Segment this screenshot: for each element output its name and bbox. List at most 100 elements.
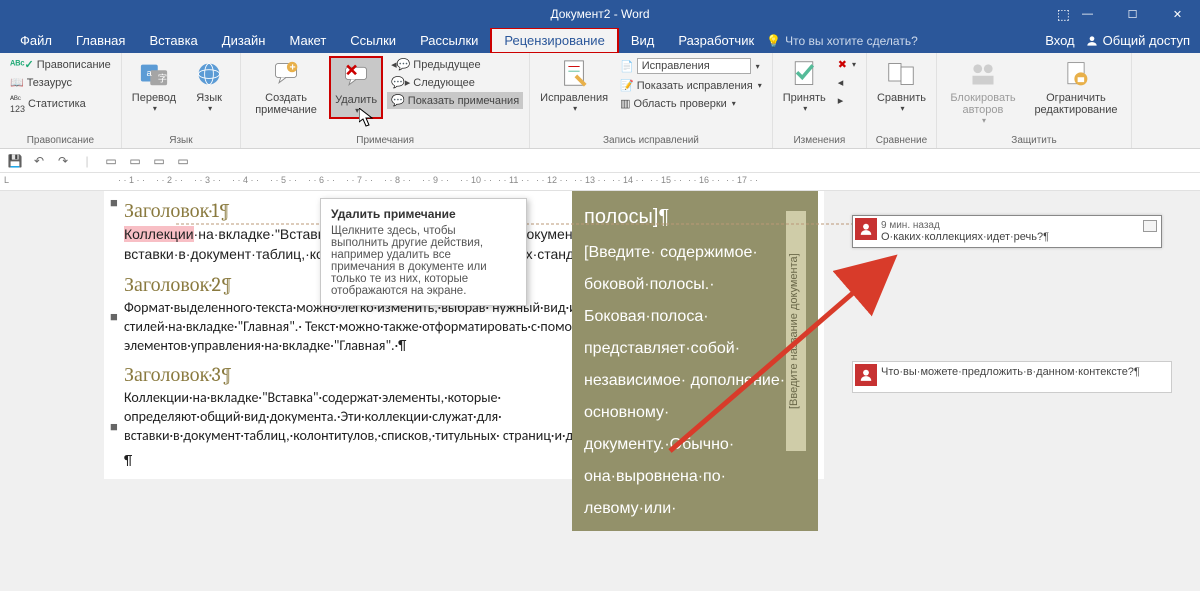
previous-change-button[interactable]: ◂: [834, 74, 860, 91]
highlighted-text[interactable]: Коллекции: [124, 226, 194, 242]
show-markup-button[interactable]: 📝Показать исправления▾: [616, 77, 766, 94]
avatar-icon: [855, 218, 877, 240]
sidebar-label-strip[interactable]: [Введите название документа]: [786, 211, 806, 451]
ruler-mark: · · 5 · ·: [270, 175, 297, 185]
display-for-review-dropdown[interactable]: 📄Исправления▾: [616, 56, 766, 76]
title-bar: Документ2 - Word ⬚ — ☐ ✕: [0, 0, 1200, 28]
tooltip-body: Щелкните здесь, чтобы выполнить другие д…: [331, 225, 516, 297]
group-language-label: Язык: [128, 133, 234, 146]
ruler-mark: · · 1 · ·: [118, 175, 145, 185]
block-authors-icon: [967, 58, 999, 90]
delete-comment-icon: [340, 60, 372, 92]
tab-design[interactable]: Дизайн: [210, 29, 278, 52]
sidebar-textbox[interactable]: полосы]¶ [Введите· содержимое· боковой·п…: [572, 191, 818, 531]
group-tracking-label: Запись исправлений: [536, 133, 766, 146]
comment-bubble-2[interactable]: Что·вы·можете·предложить·в·данном·контек…: [852, 361, 1172, 393]
abc-check-icon: ᴬᴮᶜ✓: [10, 58, 34, 71]
language-button[interactable]: Язык▾: [184, 56, 234, 115]
sidebar-title: полосы]¶: [584, 197, 806, 237]
translate-button[interactable]: a字 Перевод▾: [128, 56, 180, 115]
save-icon[interactable]: 💾: [6, 152, 24, 170]
chevron-down-icon: ▾: [573, 104, 577, 113]
svg-text:字: 字: [158, 73, 167, 84]
reviewing-pane-button[interactable]: ▥Область проверки▾: [616, 95, 766, 112]
sign-in-link[interactable]: Вход: [1045, 33, 1074, 48]
document-area: ■ Заголовок·1¶ Коллекции·на·вкладке·"Вст…: [0, 191, 1200, 591]
group-proofing-label: Правописание: [6, 133, 115, 146]
window-controls: — ☐ ✕: [1065, 0, 1200, 28]
next-change-icon: ▸: [838, 94, 844, 107]
chevron-down-icon: ▾: [208, 104, 212, 113]
accept-icon: [788, 58, 820, 90]
chevron-down-icon: ▾: [982, 116, 986, 125]
tab-layout[interactable]: Макет: [277, 29, 338, 52]
qat-icon[interactable]: ▭: [126, 152, 144, 170]
undo-icon[interactable]: ↶: [30, 152, 48, 170]
next-change-button[interactable]: ▸: [834, 92, 860, 109]
reject-button[interactable]: ✖▾: [834, 56, 860, 73]
comment-list-icon: 💬: [391, 94, 405, 107]
chevron-down-icon: ▾: [900, 104, 904, 113]
pane-icon: ▥: [620, 97, 630, 110]
close-button[interactable]: ✕: [1155, 0, 1200, 28]
spelling-button[interactable]: ᴬᴮᶜ✓Правописание: [6, 56, 115, 73]
chevron-down-icon: ▾: [732, 99, 736, 108]
delete-comment-button[interactable]: Удалить▾: [329, 56, 383, 119]
comment-bubble-1[interactable]: 9 мин. назад О·каких·коллекциях·идет·реч…: [852, 215, 1162, 248]
word-count-button[interactable]: ᴬᴮᶜ123Статистика: [6, 92, 115, 116]
count-icon: ᴬᴮᶜ123: [10, 94, 25, 114]
tab-references[interactable]: Ссылки: [338, 29, 408, 52]
group-proofing: ᴬᴮᶜ✓Правописание 📖Тезаурус ᴬᴮᶜ123Статист…: [0, 53, 122, 148]
tooltip-title: Удалить примечание: [331, 207, 516, 221]
qat-icon[interactable]: ▭: [102, 152, 120, 170]
ruler-mark: · · 11 · ·: [498, 175, 529, 185]
block-authors-button[interactable]: Блокировать авторов▾: [943, 56, 1023, 127]
previous-comment-button[interactable]: ◂💬Предыдущее: [387, 56, 523, 73]
chevron-down-icon: ▾: [756, 62, 760, 71]
tab-insert[interactable]: Вставка: [137, 29, 209, 52]
ruler-mark: · · 13 · ·: [574, 175, 606, 185]
group-changes-label: Изменения: [779, 133, 860, 146]
reject-icon: ✖: [838, 58, 847, 71]
show-comments-button[interactable]: 💬Показать примечания: [387, 92, 523, 109]
tab-file[interactable]: Файл: [8, 29, 64, 52]
group-compare: Сравнить▾ Сравнение: [867, 53, 937, 148]
group-protect: Блокировать авторов▾ Ограничить редактир…: [937, 53, 1132, 148]
tab-home[interactable]: Главная: [64, 29, 137, 52]
group-comments-label: Примечания: [247, 133, 523, 146]
doc-icon: 📄: [620, 60, 634, 73]
reply-icon[interactable]: [1143, 220, 1157, 232]
comment-text: О·каких·коллекциях·идет·речь?¶: [881, 231, 1153, 243]
compare-icon: [885, 58, 917, 90]
chevron-down-icon: ▾: [758, 81, 762, 90]
ruler-mark: · · 3 · ·: [194, 175, 221, 185]
tell-me-search[interactable]: 💡 Что вы хотите сделать?: [766, 34, 918, 48]
svg-text:a: a: [146, 68, 152, 78]
new-comment-button[interactable]: + Создать примечание: [247, 56, 325, 118]
restrict-editing-button[interactable]: Ограничить редактирование: [1027, 56, 1125, 118]
book-icon: 📖: [10, 76, 24, 89]
new-comment-icon: +: [270, 58, 302, 90]
tab-mailings[interactable]: Рассылки: [408, 29, 490, 52]
maximize-button[interactable]: ☐: [1110, 0, 1155, 28]
qat-icon[interactable]: ▭: [150, 152, 168, 170]
tab-developer[interactable]: Разработчик: [666, 29, 766, 52]
previous-icon: ◂💬: [391, 58, 410, 71]
chevron-down-icon: ▾: [852, 60, 856, 69]
horizontal-ruler[interactable]: L · · 1 · ·· · 2 · ·· · 3 · ·· · 4 · ·· …: [0, 173, 1200, 191]
svg-text:+: +: [290, 62, 296, 74]
tab-view[interactable]: Вид: [619, 29, 667, 52]
compare-button[interactable]: Сравнить▾: [873, 56, 930, 115]
redo-icon[interactable]: ↷: [54, 152, 72, 170]
ruler-mark: · · 8 · ·: [384, 175, 411, 185]
thesaurus-button[interactable]: 📖Тезаурус: [6, 74, 115, 91]
tab-review[interactable]: Рецензирование: [490, 27, 618, 54]
qat-icon[interactable]: ▭: [174, 152, 192, 170]
track-changes-button[interactable]: Исправления▾: [536, 56, 612, 115]
share-button[interactable]: Общий доступ: [1085, 33, 1190, 48]
accept-button[interactable]: Принять▾: [779, 56, 830, 115]
next-comment-button[interactable]: 💬▸Следующее: [387, 74, 523, 91]
sidebar-body: [Введите· содержимое· боковой·полосы.· Б…: [584, 237, 806, 525]
minimize-button[interactable]: —: [1065, 0, 1110, 28]
group-compare-label: Сравнение: [873, 133, 930, 146]
